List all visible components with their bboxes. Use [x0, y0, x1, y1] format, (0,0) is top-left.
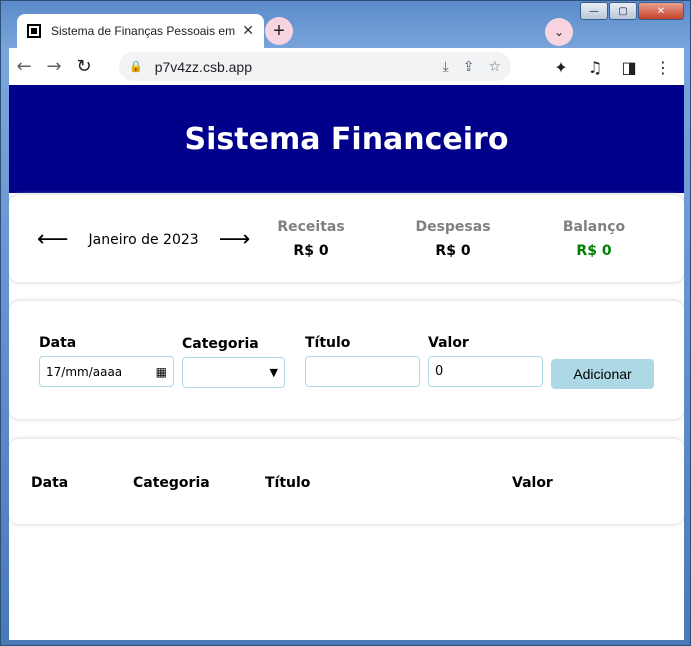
url-text[interactable]: p7v4zz.csb.app	[155, 59, 429, 75]
browser-window: — ▢ ✕ Sistema de Finanças Pessoais em ✕ …	[0, 0, 691, 646]
summary-card: ⟵ Janeiro de 2023 ⟶ Receitas R$ 0 Despes…	[9, 195, 684, 282]
value-input[interactable]: 0	[428, 356, 543, 387]
install-icon[interactable]: ⤓	[443, 59, 449, 75]
share-icon[interactable]: ⇪	[463, 59, 475, 75]
tab-title: Sistema de Finanças Pessoais em	[51, 24, 236, 38]
title-label: Título	[305, 335, 351, 351]
address-bar[interactable]: 🔒 p7v4zz.csb.app ⤓ ⇪ ☆	[119, 52, 511, 81]
value-field: Valor 0	[428, 335, 543, 387]
add-button[interactable]: Adicionar	[551, 359, 654, 389]
table-header-category: Categoria	[133, 475, 210, 491]
income-summary: Receitas R$ 0	[256, 219, 366, 259]
favicon-icon	[27, 24, 41, 38]
balance-value: R$ 0	[576, 243, 612, 259]
category-select[interactable]: ▼	[182, 357, 285, 388]
balance-label: Balanço	[562, 219, 626, 235]
balance-summary: Balanço R$ 0	[539, 219, 649, 259]
table-header-date: Data	[31, 475, 69, 491]
next-month-arrow-icon[interactable]: ⟶	[219, 229, 251, 251]
media-control-icon[interactable]: ♫	[580, 52, 610, 82]
page-content: Sistema Financeiro ⟵ Janeiro de 2023 ⟶ R…	[9, 85, 684, 640]
expense-label: Despesas	[415, 219, 491, 235]
chevron-down-icon: ▼	[269, 366, 278, 379]
table-header-value: Valor	[512, 475, 553, 491]
title-field: Título	[305, 335, 420, 387]
lock-icon[interactable]: 🔒	[129, 60, 143, 73]
side-panel-icon[interactable]: ◨	[614, 52, 644, 82]
back-icon[interactable]: ←	[9, 52, 39, 82]
browser-tab[interactable]: Sistema de Finanças Pessoais em ✕	[17, 14, 264, 48]
reload-icon[interactable]: ↻	[69, 52, 99, 82]
previous-month-arrow-icon[interactable]: ⟵	[37, 229, 69, 251]
date-field: Data 17/mm/aaaa ▦	[39, 335, 174, 387]
category-label: Categoria	[182, 336, 259, 352]
bookmark-star-icon[interactable]: ☆	[488, 59, 501, 75]
forward-icon[interactable]: →	[39, 52, 69, 82]
toolbar-right: ✦ ♫ ◨ ⋮	[546, 52, 678, 82]
table-header-title: Título	[265, 475, 311, 491]
browser-toolbar: ← → ↻ 🔒 p7v4zz.csb.app ⤓ ⇪ ☆ ✦ ♫ ◨ ⋮	[9, 48, 684, 85]
menu-icon[interactable]: ⋮	[648, 52, 678, 82]
page-title: Sistema Financeiro	[184, 121, 509, 157]
expense-summary: Despesas R$ 0	[398, 219, 508, 259]
tab-search-button[interactable]: ⌄	[545, 18, 573, 46]
current-month-label: Janeiro de 2023	[88, 232, 199, 248]
date-label: Data	[39, 335, 77, 351]
date-input[interactable]: 17/mm/aaaa ▦	[39, 356, 174, 387]
expense-value: R$ 0	[435, 243, 471, 259]
income-value: R$ 0	[293, 243, 329, 259]
tab-strip: Sistema de Finanças Pessoais em ✕ + ⌄	[9, 14, 682, 48]
date-input-value: 17/mm/aaaa	[46, 364, 123, 379]
value-label: Valor	[428, 335, 469, 351]
title-input[interactable]	[305, 356, 420, 387]
month-navigator: ⟵ Janeiro de 2023 ⟶	[37, 229, 251, 251]
tab-close-icon[interactable]: ✕	[242, 23, 254, 39]
income-label: Receitas	[277, 219, 345, 235]
calendar-icon[interactable]: ▦	[156, 365, 167, 379]
new-tab-button[interactable]: +	[265, 17, 293, 45]
app-header: Sistema Financeiro	[9, 85, 684, 193]
transactions-table-card: Data Categoria Título Valor	[9, 439, 684, 524]
extensions-icon[interactable]: ✦	[546, 52, 576, 82]
transaction-form-card: Data 17/mm/aaaa ▦ Categoria ▼ Título Val…	[9, 301, 684, 419]
category-field: Categoria ▼	[182, 336, 285, 388]
